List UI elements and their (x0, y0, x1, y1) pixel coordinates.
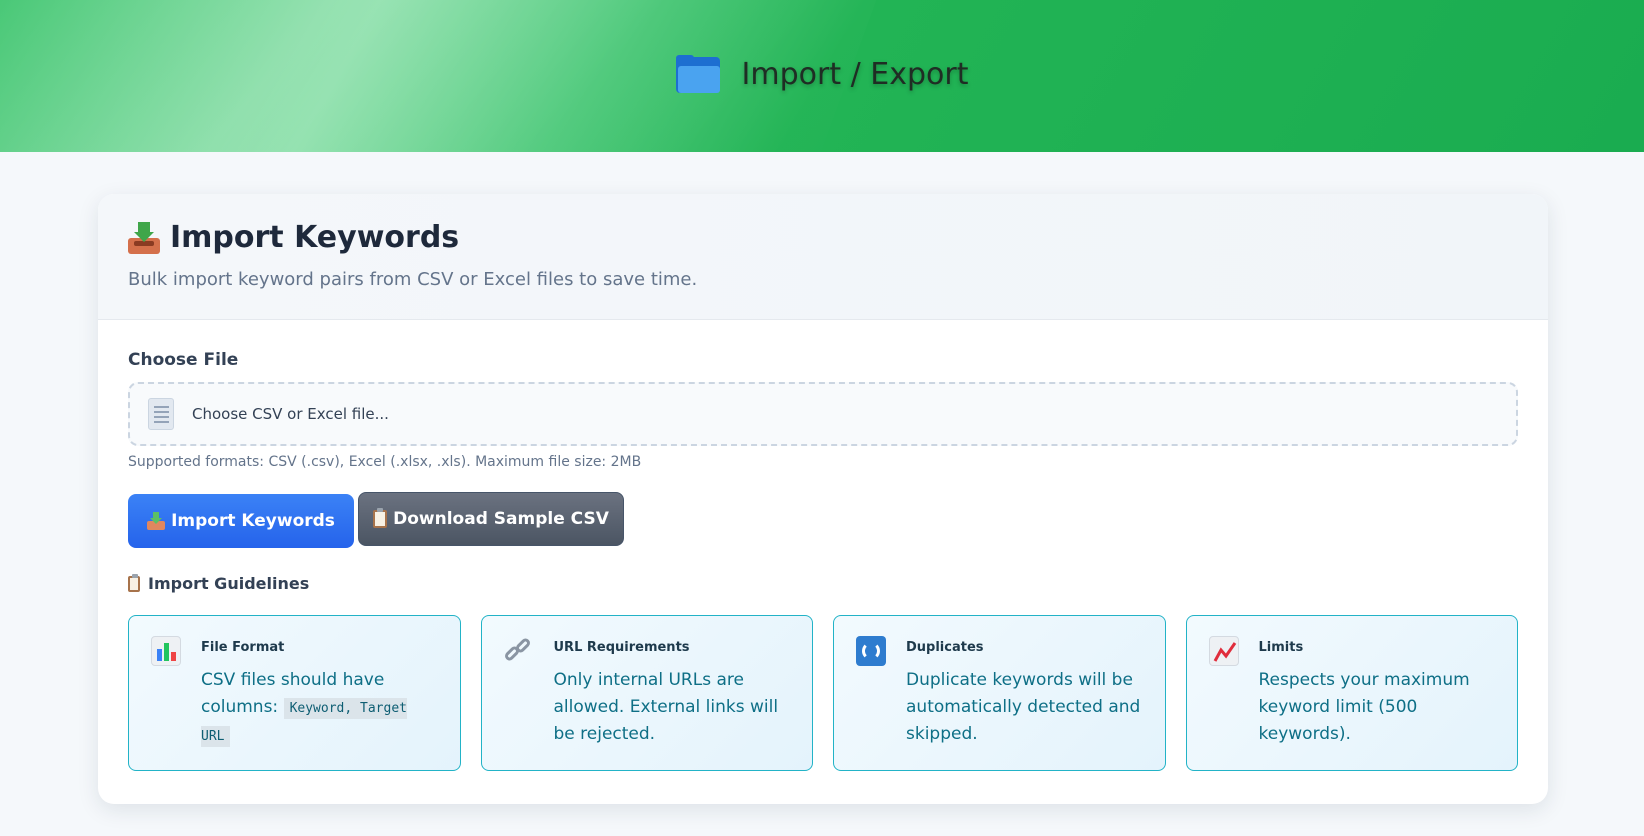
guideline-title: Duplicates (906, 640, 984, 655)
import-card-body: Choose File Choose CSV or Excel file... … (98, 320, 1548, 771)
link-icon (502, 636, 534, 666)
clipboard-icon (373, 508, 388, 528)
file-input[interactable]: Choose CSV or Excel file... (128, 382, 1518, 446)
guideline-title: URL Requirements (553, 640, 690, 655)
folder-icon (675, 55, 720, 93)
inbox-tray-icon (128, 221, 160, 254)
download-sample-button[interactable]: Download Sample CSV (358, 492, 624, 546)
file-input-placeholder: Choose CSV or Excel file... (192, 405, 389, 423)
trend-chart-icon (1208, 636, 1239, 666)
import-subtitle: Bulk import keyword pairs from CSV or Ex… (128, 269, 698, 290)
import-card: Import Keywords Bulk import keyword pair… (98, 194, 1548, 804)
import-keywords-button[interactable]: Import Keywords (128, 494, 354, 548)
action-buttons: Import Keywords Download Sample CSV (128, 492, 1518, 548)
guideline-text: Respects your maximum keyword limit (500… (1258, 670, 1470, 744)
page-title: Import / Export (741, 56, 969, 92)
header-title-group: Import / Export (675, 55, 969, 93)
guideline-title: File Format (201, 640, 285, 655)
guideline-card-duplicates: Duplicates Duplicate keywords will be au… (833, 615, 1166, 771)
refresh-icon (856, 636, 886, 666)
guideline-card-limits: Limits Respects your maximum keyword lim… (1185, 615, 1518, 771)
guideline-text: CSV files should have columns: Keyword, … (201, 667, 444, 750)
clipboard-icon (128, 573, 140, 592)
download-button-label: Download Sample CSV (393, 509, 609, 529)
guideline-card-url-requirements: URL Requirements Only internal URLs are … (480, 615, 813, 771)
guideline-card-file-format: File Format CSV files should have column… (128, 615, 461, 771)
guideline-text: Only internal URLs are allowed. External… (553, 670, 779, 744)
guidelines-grid: File Format CSV files should have column… (128, 615, 1518, 771)
guidelines-heading: Import Guidelines (128, 573, 1518, 593)
bar-chart-icon (151, 636, 181, 666)
file-field-label: Choose File (128, 350, 239, 370)
import-title-row: Import Keywords (128, 220, 1518, 255)
file-help-text: Supported formats: CSV (.csv), Excel (.x… (128, 454, 642, 470)
document-icon (148, 398, 174, 430)
guidelines-title: Import Guidelines (148, 574, 310, 593)
guideline-text: Duplicate keywords will be automatically… (906, 670, 1141, 744)
import-title: Import Keywords (170, 220, 460, 255)
import-button-label: Import Keywords (171, 511, 335, 531)
page-header: Import / Export (0, 0, 1644, 152)
import-card-header: Import Keywords Bulk import keyword pair… (98, 194, 1548, 320)
inbox-tray-icon (147, 512, 166, 530)
guideline-title: Limits (1258, 640, 1304, 655)
